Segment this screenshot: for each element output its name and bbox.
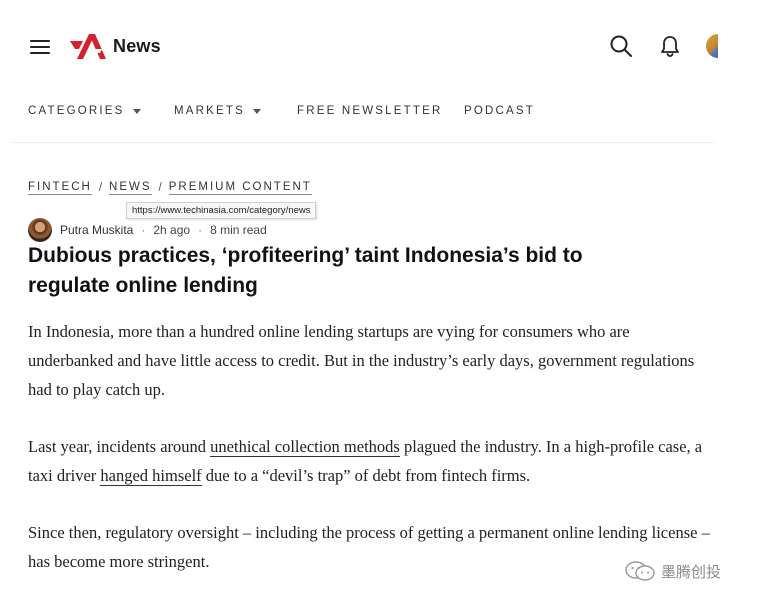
article-paragraph: In Indonesia, more than a hundred online… bbox=[28, 322, 695, 399]
hanged-himself-link[interactable]: hanged himself bbox=[100, 466, 202, 486]
publish-time: 2h ago bbox=[153, 223, 191, 237]
nav-free-newsletter[interactable]: FREE NEWSLETTER bbox=[297, 105, 442, 117]
user-avatar[interactable] bbox=[706, 34, 718, 58]
chevron-down-icon bbox=[132, 108, 141, 114]
chevron-down-icon bbox=[253, 108, 261, 114]
breadcrumb: FINTECH / NEWS / PREMIUM CONTENT bbox=[28, 181, 312, 195]
nav-markets-label: MARKETS bbox=[174, 105, 245, 117]
nav-podcast[interactable]: PODCAST bbox=[464, 105, 535, 117]
paragraph-text: Last year, incidents around bbox=[28, 437, 211, 456]
breadcrumb-separator: / bbox=[98, 182, 103, 194]
article-paragraph: Last year, incidents around unethical co… bbox=[28, 432, 718, 490]
nav-podcast-label: PODCAST bbox=[464, 105, 535, 117]
nav-free-newsletter-label: FREE NEWSLETTER bbox=[297, 105, 443, 117]
article-paragraph: Since then, regulatory oversight – inclu… bbox=[28, 523, 710, 571]
paragraph-text: due to a “devil’s trap” of debt from fin… bbox=[201, 466, 531, 485]
author-name[interactable]: Putra Muskita bbox=[60, 223, 133, 237]
breadcrumb-premium-content[interactable]: PREMIUM CONTENT bbox=[168, 181, 312, 195]
brand-logo-link[interactable]: News bbox=[69, 31, 161, 61]
tia-logo-icon bbox=[70, 34, 106, 59]
byline-separator: · bbox=[141, 223, 146, 237]
breadcrumb-news[interactable]: NEWS bbox=[109, 181, 152, 195]
bell-icon[interactable] bbox=[658, 34, 682, 58]
top-header: News bbox=[0, 0, 762, 92]
search-icon[interactable] bbox=[609, 34, 633, 58]
wechat-watermark: 墨腾创投 bbox=[624, 560, 721, 582]
wechat-icon bbox=[625, 561, 655, 581]
link-url-tooltip: https://www.techinasia.com/category/news bbox=[126, 202, 317, 219]
brand-name: News bbox=[113, 35, 161, 56]
read-time: 8 min read bbox=[210, 223, 267, 237]
byline-separator: · bbox=[198, 223, 203, 237]
article-title: Dubious practices, ‘profiteering’ taint … bbox=[28, 244, 583, 297]
breadcrumb-fintech[interactable]: FINTECH bbox=[28, 181, 92, 195]
author-avatar[interactable] bbox=[28, 218, 52, 242]
nav-markets[interactable]: MARKETS bbox=[174, 105, 261, 117]
menu-icon[interactable] bbox=[30, 38, 50, 54]
main-nav: CATEGORIES MARKETS FREE NEWSLETTER PODCA… bbox=[12, 92, 715, 143]
article-byline: Putra Muskita · 2h ago · 8 min read bbox=[28, 218, 267, 242]
watermark-text: 墨腾创投 bbox=[661, 562, 722, 581]
unethical-collection-methods-link[interactable]: unethical collection methods bbox=[210, 437, 400, 457]
breadcrumb-separator: / bbox=[158, 182, 162, 194]
nav-categories[interactable]: CATEGORIES bbox=[28, 105, 141, 117]
nav-categories-label: CATEGORIES bbox=[28, 105, 125, 117]
